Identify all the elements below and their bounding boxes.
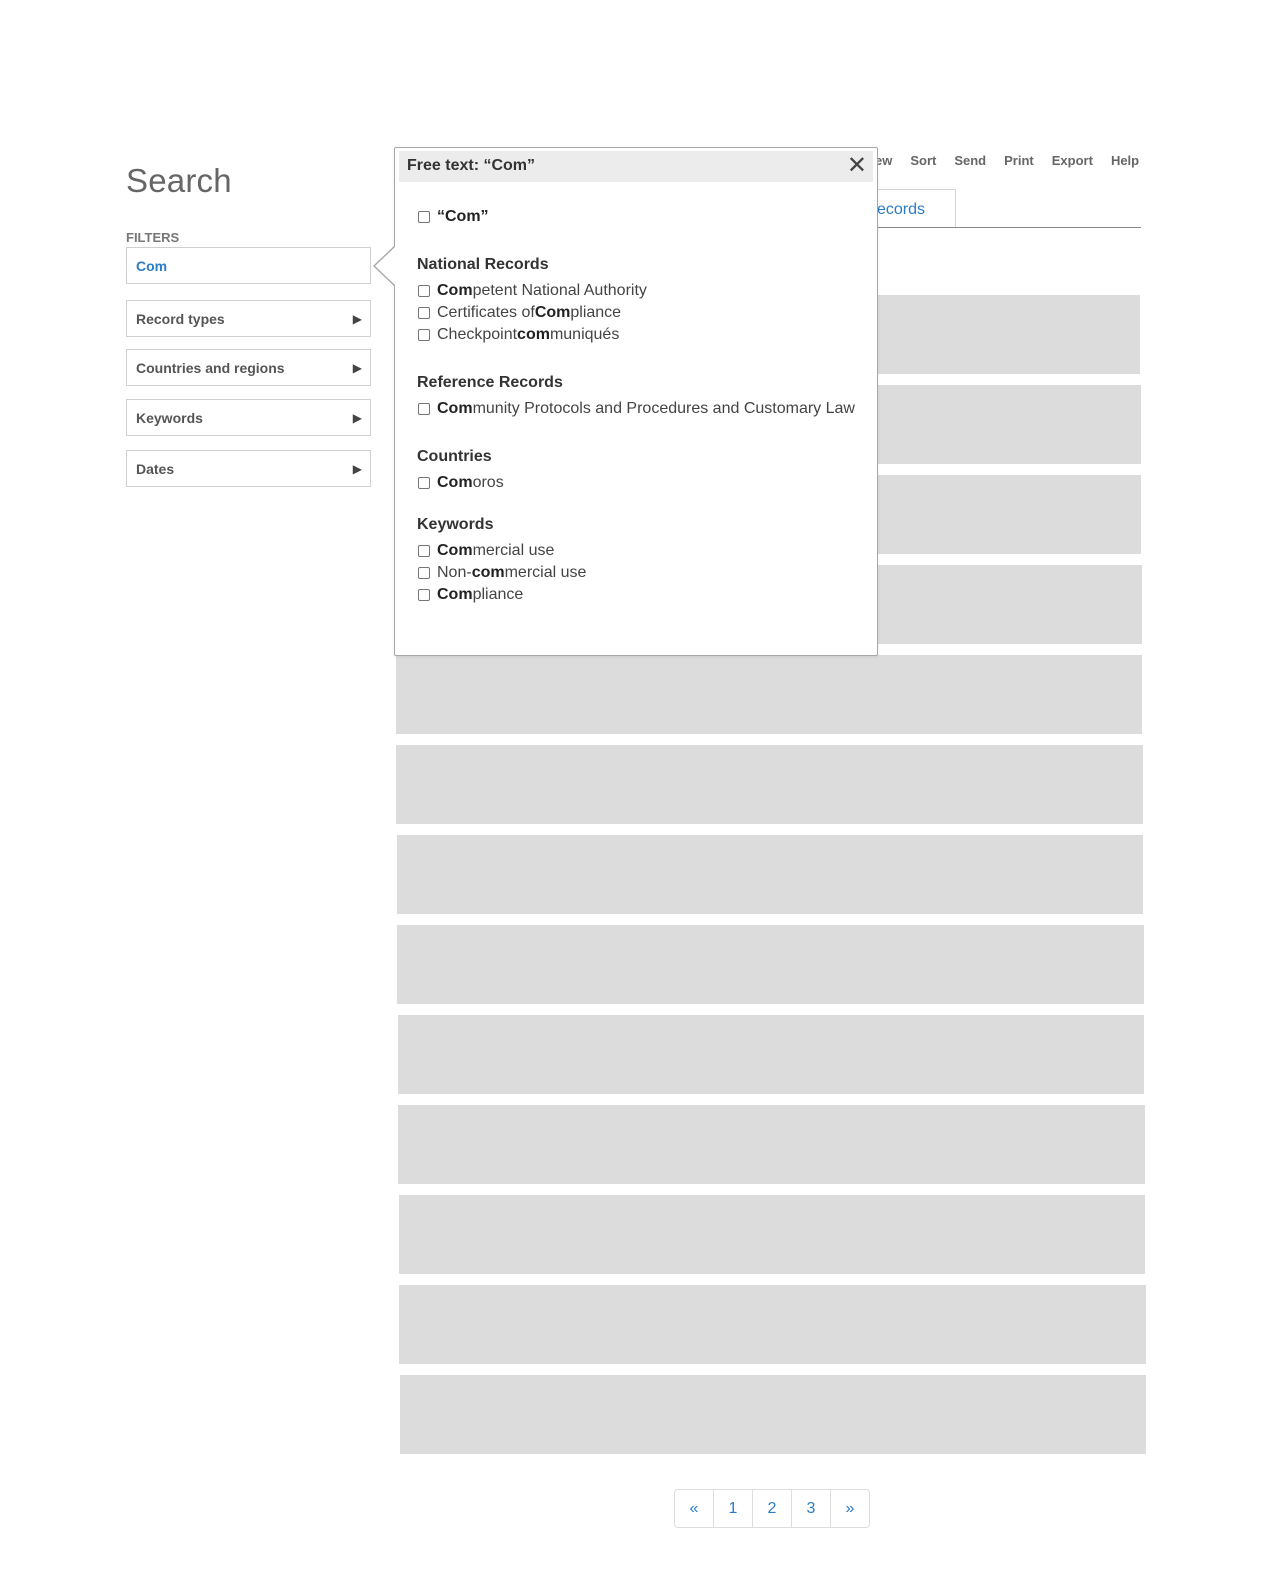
- free-text-suggestions-popover: Free text: “Com” ✕ “Com” National Record…: [394, 147, 878, 656]
- result-row-placeholder[interactable]: [397, 925, 1144, 1004]
- expand-arrow-icon: ▶: [352, 311, 362, 326]
- checkbox[interactable]: [418, 285, 430, 297]
- pagination: « 1 2 3 »: [674, 1489, 870, 1528]
- expand-arrow-icon: ▶: [352, 410, 362, 425]
- toolbar-help-link[interactable]: Help: [1111, 153, 1139, 168]
- free-text-filter[interactable]: Com: [126, 247, 371, 284]
- popover-pointer-fill: [375, 247, 395, 285]
- option-text-pre: Non-: [437, 564, 472, 581]
- page-title: Search: [126, 162, 232, 200]
- option-text-post: mercial use: [472, 542, 555, 559]
- option-certificates-of-compliance[interactable]: Certificates of Com pliance: [417, 302, 867, 324]
- checkbox[interactable]: [418, 477, 430, 489]
- option-text-post: mercial use: [504, 564, 587, 581]
- result-row-placeholder[interactable]: [398, 1015, 1144, 1094]
- option-text-post: pliance: [570, 304, 622, 321]
- option-compliance[interactable]: Com pliance: [417, 584, 867, 606]
- option-text-post: muniqués: [549, 326, 620, 343]
- filter-dates[interactable]: Dates ▶: [126, 450, 371, 487]
- group-title-countries: Countries: [417, 448, 492, 465]
- option-text-post: petent National Authority: [472, 282, 647, 299]
- close-icon[interactable]: ✕: [847, 152, 867, 180]
- group-title-reference-records: Reference Records: [417, 374, 563, 391]
- option-text-post: oros: [472, 474, 504, 491]
- pagination-prev-button[interactable]: «: [675, 1490, 714, 1527]
- pagination-page-3[interactable]: 3: [792, 1490, 831, 1527]
- filter-label: Keywords: [136, 409, 203, 426]
- option-comoros[interactable]: Com oros: [417, 472, 867, 494]
- option-text-pre: Checkpoint: [437, 326, 518, 343]
- option-text-match: com: [471, 564, 505, 581]
- option-text-match: Com: [437, 542, 473, 559]
- filter-record-types[interactable]: Record types ▶: [126, 300, 371, 337]
- filter-label: Countries and regions: [136, 359, 285, 376]
- tab-divider: [860, 227, 1141, 228]
- filter-label: Record types: [136, 310, 225, 327]
- option-text-post: pliance: [472, 586, 524, 603]
- option-text-match: Com: [437, 474, 473, 491]
- filter-countries-and-regions[interactable]: Countries and regions ▶: [126, 349, 371, 386]
- result-row-placeholder[interactable]: [396, 655, 1142, 734]
- option-non-commercial-use[interactable]: Non-com mercial use: [417, 562, 867, 584]
- pagination-page-1[interactable]: 1: [714, 1490, 753, 1527]
- expand-arrow-icon: ▶: [352, 461, 362, 476]
- checkbox[interactable]: [418, 307, 430, 319]
- filter-label: Dates: [136, 460, 175, 477]
- toolbar-sort-link[interactable]: Sort: [910, 153, 936, 168]
- group-title-keywords: Keywords: [417, 516, 494, 533]
- popover-body: “Com” National Records Com petent Nationa…: [417, 206, 867, 606]
- toolbar-export-link[interactable]: Export: [1052, 153, 1093, 168]
- checkbox[interactable]: [418, 589, 430, 601]
- option-text-match: Com: [437, 400, 473, 417]
- checkbox[interactable]: [418, 403, 430, 415]
- option-text-match: Com: [534, 304, 571, 321]
- option-text-match: com: [517, 326, 550, 343]
- checkbox[interactable]: [418, 211, 430, 223]
- filter-keywords[interactable]: Keywords ▶: [126, 399, 371, 436]
- option-label: “Com”: [437, 208, 489, 225]
- option-text-pre: Certificates of: [437, 304, 535, 321]
- checkbox[interactable]: [418, 329, 430, 341]
- toolbar-print-link[interactable]: Print: [1004, 153, 1034, 168]
- pagination-next-button[interactable]: »: [831, 1490, 869, 1527]
- option-text-match: Com: [437, 586, 473, 603]
- option-text-match: Com: [437, 282, 473, 299]
- filters-heading: FILTERS: [126, 230, 180, 245]
- option-competent-national-authority[interactable]: Com petent National Authority: [417, 280, 867, 302]
- free-text-filter-value: Com: [136, 257, 168, 274]
- group-title-national-records: National Records: [417, 256, 549, 273]
- checkbox[interactable]: [418, 567, 430, 579]
- result-row-placeholder[interactable]: [398, 1105, 1145, 1184]
- result-row-placeholder[interactable]: [397, 835, 1143, 914]
- option-text-post: munity Protocols and Procedures and Cust…: [472, 400, 855, 417]
- option-quoted-term[interactable]: “Com”: [417, 206, 867, 228]
- toolbar-send-link[interactable]: Send: [954, 153, 986, 168]
- option-checkpoint-communiques[interactable]: Checkpoint com muniqués: [417, 324, 867, 346]
- result-row-placeholder[interactable]: [396, 745, 1143, 824]
- pagination-page-2[interactable]: 2: [753, 1490, 792, 1527]
- popover-header: Free text: “Com” ✕: [399, 151, 873, 182]
- expand-arrow-icon: ▶: [352, 360, 362, 375]
- popover-title: Free text: “Com”: [407, 157, 536, 174]
- results-toolbar: ew Sort Send Print Export Help: [875, 153, 1139, 168]
- result-row-placeholder[interactable]: [399, 1195, 1145, 1274]
- result-row-placeholder[interactable]: [399, 1285, 1146, 1364]
- option-community-protocols[interactable]: Com munity Protocols and Procedures and C…: [417, 398, 867, 420]
- checkbox[interactable]: [418, 545, 430, 557]
- option-commercial-use[interactable]: Com mercial use: [417, 540, 867, 562]
- result-row-placeholder[interactable]: [400, 1375, 1146, 1454]
